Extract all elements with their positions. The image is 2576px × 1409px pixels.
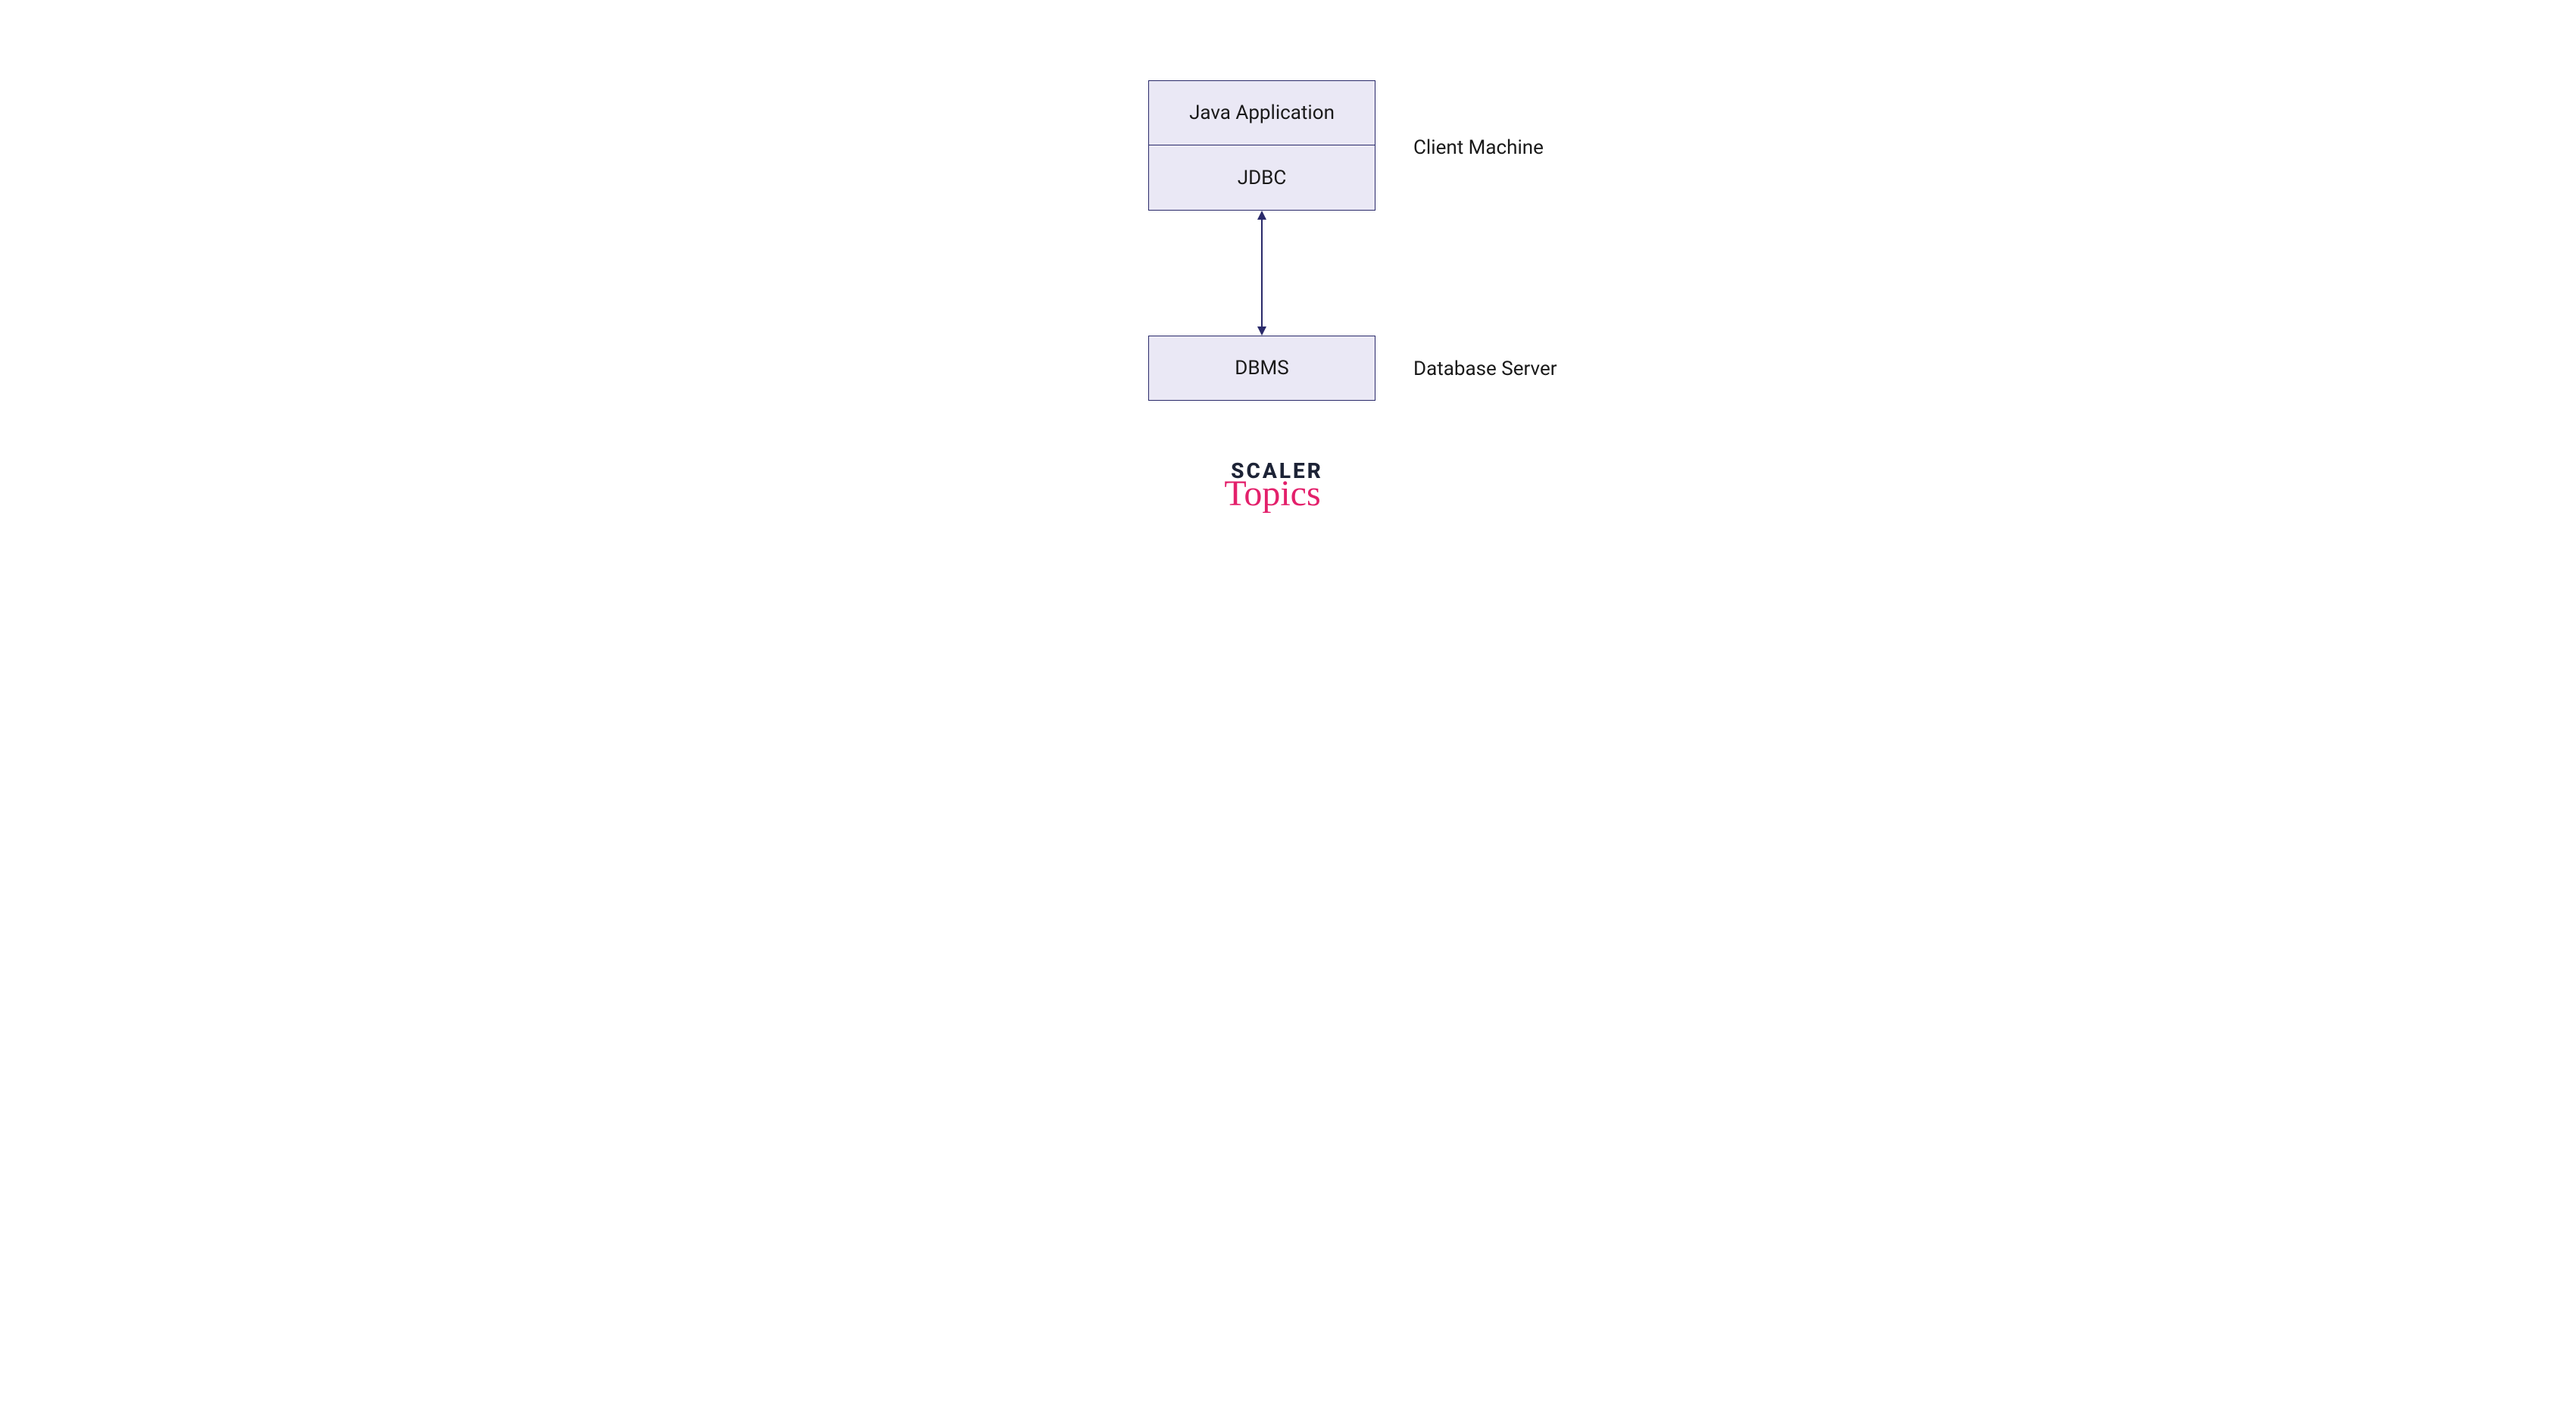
java-application-label: Java Application <box>1189 102 1335 124</box>
dbms-label: DBMS <box>1235 357 1288 380</box>
diagram-canvas: Java Application JDBC DBMS Client Machin… <box>726 0 1850 615</box>
jdbc-box: JDBC <box>1148 145 1375 211</box>
scaler-topics-logo: SCALER Topics <box>1213 458 1341 514</box>
jdbc-label: JDBC <box>1238 167 1287 189</box>
java-application-box: Java Application <box>1148 80 1375 145</box>
dbms-box: DBMS <box>1148 336 1375 401</box>
client-machine-label: Client Machine <box>1413 136 1544 159</box>
double-arrow-icon <box>1254 211 1269 336</box>
database-server-label: Database Server <box>1413 358 1557 380</box>
